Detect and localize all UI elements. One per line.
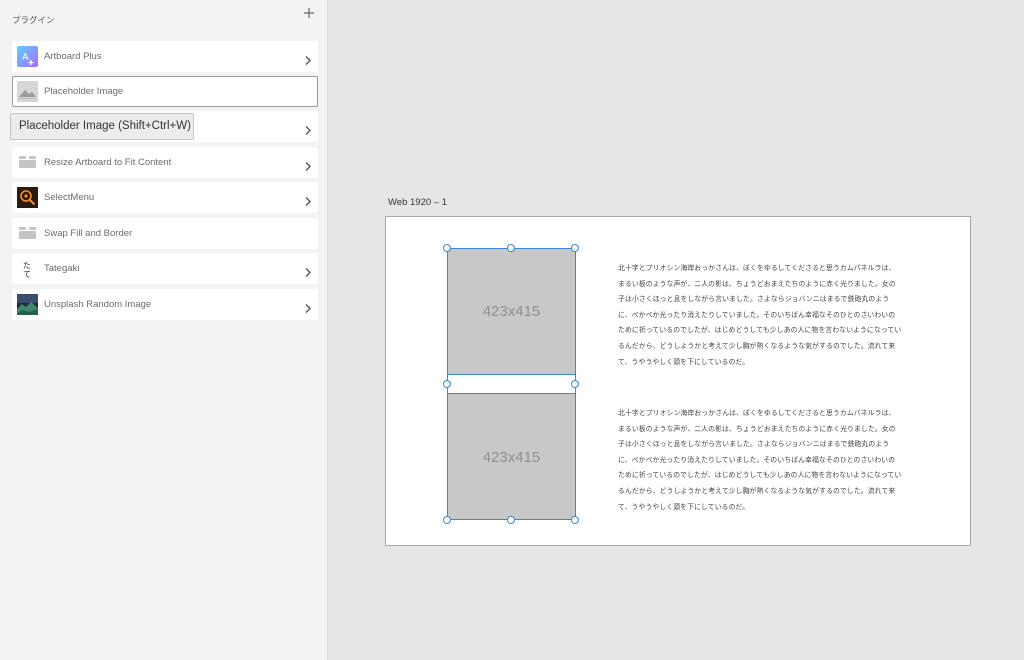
plugin-label: Swap Fill and Border <box>44 228 133 239</box>
select-menu-icon <box>17 187 38 208</box>
plugins-header: プラグイン <box>12 6 319 26</box>
plugin-item-unsplash-random-image[interactable]: Unsplash Random Image <box>12 289 318 320</box>
resize-handle-bottom-right[interactable] <box>571 516 579 524</box>
generic-plugin-icon <box>17 223 38 244</box>
chevron-right-icon[interactable] <box>303 51 313 65</box>
body-text-2[interactable]: 北十字とプリオシン海岸おっかさんは、ぼくをゆるしてくださると思うカムパネルラは、… <box>618 406 902 515</box>
resize-handle-right[interactable] <box>571 380 579 388</box>
resize-handle-top-left[interactable] <box>443 244 451 252</box>
svg-text:A: A <box>22 52 29 63</box>
plus-icon[interactable] <box>301 6 317 22</box>
chevron-right-icon[interactable] <box>303 263 313 277</box>
plugin-label: Resize Artboard to Fit Content <box>44 157 172 168</box>
plugin-item-resize-artboard[interactable]: Resize Artboard to Fit Content <box>12 147 318 178</box>
chevron-right-icon[interactable] <box>303 299 313 313</box>
svg-text:て: て <box>23 270 31 279</box>
plugin-label: Tategaki <box>44 263 80 274</box>
resize-handle-top[interactable] <box>507 244 515 252</box>
unsplash-icon <box>17 294 38 315</box>
plugin-label: Placeholder Image <box>44 86 124 97</box>
shortcut-tooltip: Placeholder Image (Shift+Ctrl+W) <box>10 113 194 140</box>
plugins-panel: プラグイン A Artboard Plus Placeholder Image <box>0 0 328 660</box>
chevron-right-icon[interactable] <box>303 192 313 206</box>
generic-plugin-icon <box>17 152 38 173</box>
plugin-label: Artboard Plus <box>44 51 102 62</box>
tategaki-icon: た て <box>17 258 38 279</box>
selection-gap <box>447 374 576 394</box>
resize-handle-top-right[interactable] <box>571 244 579 252</box>
plugin-item-swap-fill-border[interactable]: Swap Fill and Border <box>12 218 318 249</box>
resize-handle-bottom-left[interactable] <box>443 516 451 524</box>
chevron-right-icon[interactable] <box>303 121 313 135</box>
placeholder-image-icon <box>17 81 38 102</box>
artboard-plus-icon: A <box>17 46 38 67</box>
plugin-label: SelectMenu <box>44 192 95 203</box>
chevron-right-icon[interactable] <box>303 157 313 171</box>
svg-text:た: た <box>23 261 31 270</box>
artboard-label[interactable]: Web 1920 – 1 <box>388 197 447 208</box>
plugin-item-selectmenu[interactable]: SelectMenu <box>12 182 318 213</box>
plugins-panel-title: プラグイン <box>12 16 55 26</box>
body-text-1[interactable]: 北十字とプリオシン海岸おっかさんは、ぼくをゆるしてくださると思うカムパネルラは、… <box>618 261 902 370</box>
resize-handle-left[interactable] <box>443 380 451 388</box>
plugin-item-tategaki[interactable]: た て Tategaki <box>12 253 318 284</box>
resize-handle-bottom[interactable] <box>507 516 515 524</box>
plugin-item-placeholder-image[interactable]: Placeholder Image <box>12 76 318 107</box>
plugin-item-artboard-plus[interactable]: A Artboard Plus <box>12 41 318 72</box>
artboard[interactable]: 423x415 423x415 北十字とプリオシン海岸おっかさんは、ぼくをゆるし… <box>385 216 971 546</box>
plugin-label: Unsplash Random Image <box>44 299 152 310</box>
